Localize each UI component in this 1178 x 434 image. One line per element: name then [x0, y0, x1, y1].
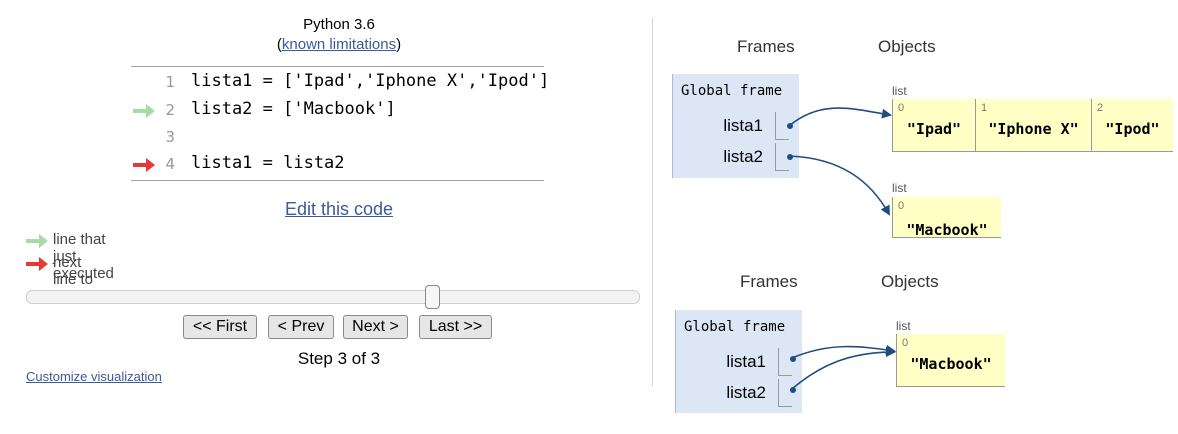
- pointer-arrow-lista2: [788, 155, 890, 216]
- pointer-arrow-lista1: [788, 107, 892, 127]
- pointer-arrows: [788, 107, 896, 390]
- pointer-arrow-lista2: [791, 347, 896, 390]
